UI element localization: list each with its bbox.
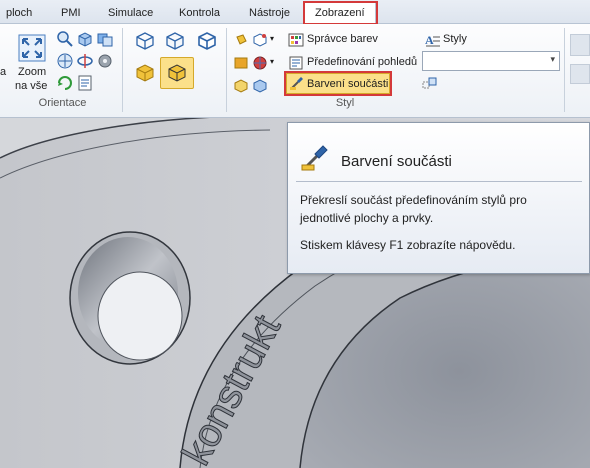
svg-text:A: A <box>425 33 434 47</box>
view-override-label[interactable]: Předefinování pohledů <box>307 56 417 68</box>
zoom-all-label-2[interactable]: na vše <box>15 80 47 92</box>
dropdown-arrow-icon: ▾ <box>550 54 555 64</box>
group-divider <box>122 28 123 112</box>
tab-pmi[interactable]: PMI <box>59 4 83 24</box>
gear-icon[interactable] <box>96 52 114 70</box>
zoom-area-icon[interactable] <box>56 30 74 48</box>
tooltip-title: Barvení součásti <box>341 153 452 170</box>
next-group-button[interactable] <box>570 34 590 56</box>
tab-zobrazeni[interactable]: Zobrazení <box>304 2 376 25</box>
part-painter-icon-large <box>301 145 328 171</box>
visible-edges-icon[interactable] <box>196 30 218 52</box>
style-options-icon[interactable] <box>422 76 438 92</box>
rotate-icon[interactable] <box>76 52 94 70</box>
group-divider-2 <box>226 28 227 112</box>
styles-label[interactable]: Styly <box>443 33 467 45</box>
color-manager-label[interactable]: Správce barev <box>307 33 378 45</box>
style-cube-icon[interactable] <box>252 32 268 48</box>
orientation-group-label: Orientace <box>38 97 87 109</box>
chevron-down-icon[interactable]: ▾ <box>270 34 274 43</box>
sphere-icon[interactable] <box>252 55 268 71</box>
tab-ploch[interactable]: ploch <box>4 4 34 24</box>
wireframe-icon[interactable] <box>134 30 156 52</box>
zoom-all-label[interactable]: Zoom <box>18 66 46 78</box>
hidden-edges-icon[interactable] <box>164 30 186 52</box>
refresh-icon[interactable] <box>56 74 74 92</box>
partial-button-label[interactable]: a <box>0 66 6 78</box>
color-manager-icon[interactable] <box>288 32 304 48</box>
shaded-icon[interactable] <box>134 62 156 84</box>
group-divider-3 <box>564 28 565 112</box>
view-override-icon[interactable] <box>288 55 304 71</box>
ribbon-panel: a Zoom na vše Orientace ▾ ▾ Správce bare… <box>0 24 590 118</box>
styles-icon[interactable]: A <box>425 32 441 48</box>
shaded-edges-icon <box>168 64 186 82</box>
part-painter-icon <box>290 77 303 90</box>
cube-blue-icon[interactable] <box>252 78 268 94</box>
tab-nastroje[interactable]: Nástroje <box>247 4 292 24</box>
tooltip-divider <box>296 181 582 182</box>
part-painter-label[interactable]: Barvení součásti <box>307 78 388 90</box>
tab-simulace[interactable]: Simulace <box>106 4 155 24</box>
tooltip-description: Překreslí součást předefinováním stylů p… <box>300 193 527 225</box>
chevron-down-icon-2[interactable]: ▾ <box>270 57 274 66</box>
zoom-all-icon[interactable] <box>18 34 46 62</box>
sheet-icon[interactable] <box>76 74 94 92</box>
tooltip-part-painter: Barvení součásti Překreslí součást přede… <box>287 122 590 274</box>
view-cube-icon[interactable] <box>76 30 94 48</box>
pan-icon[interactable] <box>56 52 74 70</box>
tooltip-help: Stiskem klávesy F1 zobrazíte nápovědu. <box>300 238 516 252</box>
style-dropdown[interactable]: ▾ <box>422 51 560 71</box>
shade-icon[interactable] <box>233 55 249 71</box>
view-icon[interactable] <box>96 30 114 48</box>
style-group-label: Styl <box>335 97 355 109</box>
box-icon[interactable] <box>233 78 249 94</box>
paint-bucket-icon[interactable] <box>233 32 249 48</box>
next-group-button-2[interactable] <box>570 64 590 84</box>
ribbon-tab-bar: ploch PMI Simulace Kontrola Nástroje Zob… <box>0 0 590 25</box>
tab-kontrola[interactable]: Kontrola <box>177 4 222 24</box>
